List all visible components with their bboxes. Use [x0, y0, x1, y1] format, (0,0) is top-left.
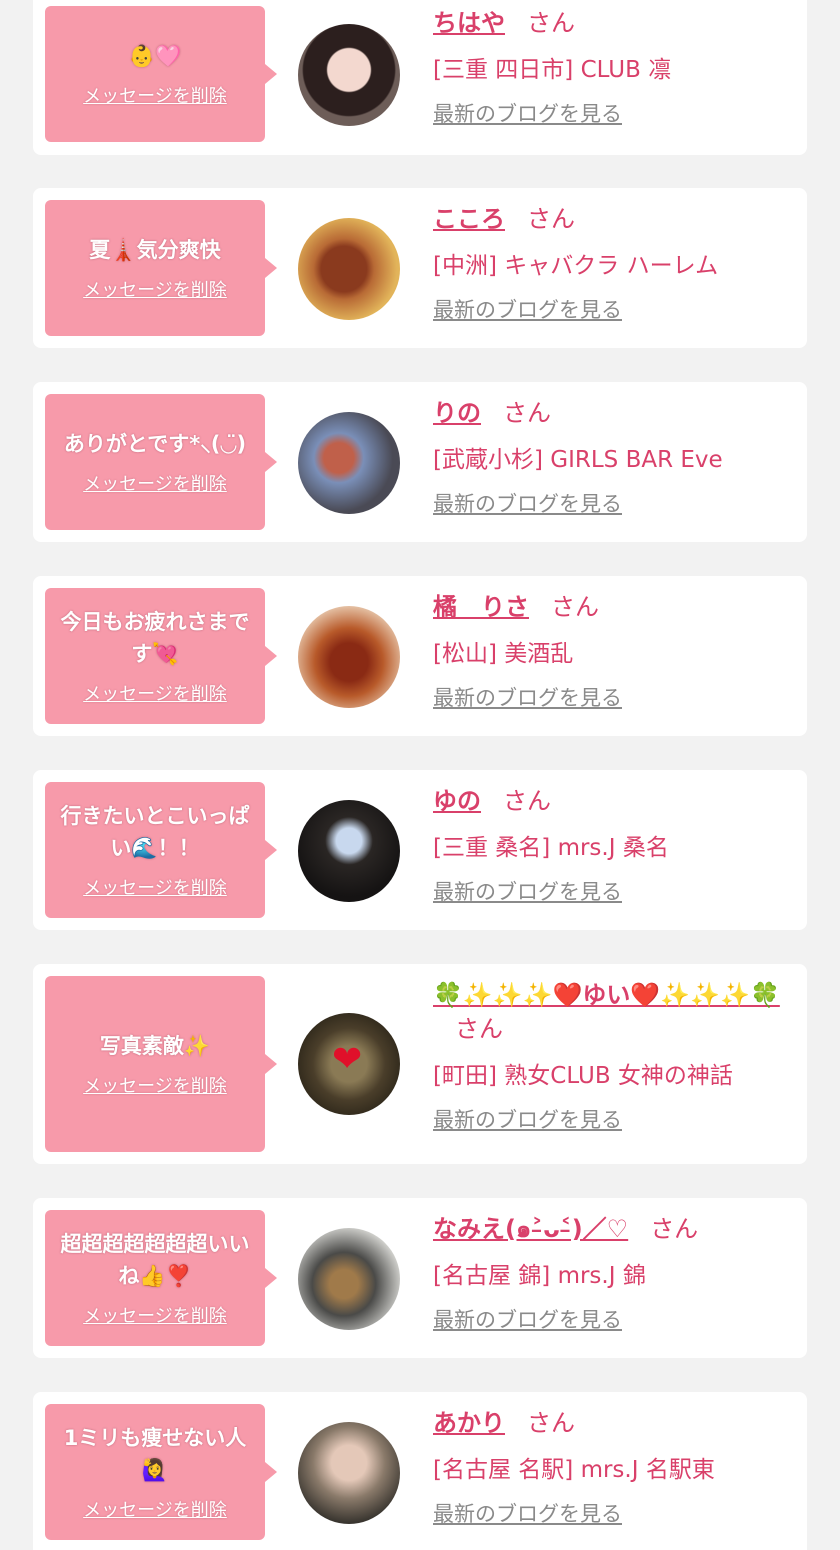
honorific: さん [527, 9, 575, 37]
message-card: 行きたいとこいっぱい🌊！！ メッセージを削除 ゆの さん [三重 桑名] mrs.… [33, 770, 807, 930]
profile-name-link[interactable]: りの [433, 399, 481, 427]
avatar[interactable]: ❤ [298, 1013, 400, 1115]
profile-name-link[interactable]: なみえ(๑˃̵ᴗ˂̵)／♡ [433, 1215, 628, 1243]
message-bubble: 夏🗼気分爽快 メッセージを削除 [45, 200, 277, 336]
message-text: 👶🩷 [128, 44, 182, 68]
message-card: 写真素敵✨ メッセージを削除 ❤ 🍀✨✨✨❤️ゆい❤️✨✨✨🍀 さん [町田] 熟… [33, 964, 807, 1164]
message-text: 今日もお疲れさまです💘 [60, 610, 250, 666]
message-bubble: 超超超超超超超いいね👍❣️ メッセージを削除 [45, 1210, 277, 1346]
latest-blog-link[interactable]: 最新のブログを見る [433, 294, 793, 324]
latest-blog-link[interactable]: 最新のブログを見る [433, 98, 793, 128]
latest-blog-link[interactable]: 最新のブログを見る [433, 876, 793, 906]
latest-blog-link[interactable]: 最新のブログを見る [433, 1304, 793, 1334]
avatar[interactable] [298, 606, 400, 708]
avatar[interactable] [298, 1422, 400, 1524]
honorific: さん [455, 1015, 503, 1043]
avatar[interactable] [298, 218, 400, 320]
avatar[interactable] [298, 1228, 400, 1330]
message-card: 超超超超超超超いいね👍❣️ メッセージを削除 なみえ(๑˃̵ᴗ˂̵)／♡ さん [… [33, 1198, 807, 1358]
shop-label: [松山] 美酒乱 [433, 641, 574, 667]
message-text: 1ミリも痩せない人🙋‍♀️ [63, 1426, 247, 1482]
message-text: 夏🗼気分爽快 [89, 238, 221, 262]
profile-info: こころ さん [中洲] キャバクラ ハーレム 最新のブログを見る [433, 202, 793, 324]
delete-message-link[interactable]: メッセージを削除 [83, 874, 227, 900]
message-card: ありがとです*⸜(◡̈) メッセージを削除 りの さん [武蔵小杉] GIRLS … [33, 382, 807, 542]
latest-blog-link[interactable]: 最新のブログを見る [433, 682, 793, 712]
profile-info: あかり さん [名古屋 名駅] mrs.J 名駅東 最新のブログを見る [433, 1406, 793, 1528]
latest-blog-link[interactable]: 最新のブログを見る [433, 1104, 793, 1134]
latest-blog-link[interactable]: 最新のブログを見る [433, 488, 793, 518]
delete-message-link[interactable]: メッセージを削除 [83, 470, 227, 496]
profile-name-link[interactable]: ちはや [433, 9, 505, 37]
message-card: 夏🗼気分爽快 メッセージを削除 こころ さん [中洲] キャバクラ ハーレム 最新… [33, 188, 807, 348]
profile-info: 橘 りさ さん [松山] 美酒乱 最新のブログを見る [433, 590, 793, 712]
profile-name-link[interactable]: 橘 りさ [433, 593, 529, 621]
message-card: 1ミリも痩せない人🙋‍♀️ メッセージを削除 あかり さん [名古屋 名駅] mr… [33, 1392, 807, 1550]
profile-info: なみえ(๑˃̵ᴗ˂̵)／♡ さん [名古屋 錦] mrs.J 錦 最新のブログを見… [433, 1212, 793, 1334]
profile-name-link[interactable]: こころ [433, 205, 505, 233]
delete-message-link[interactable]: メッセージを削除 [83, 1302, 227, 1328]
shop-label: [三重 桑名] mrs.J 桑名 [433, 835, 669, 861]
shop-label: [名古屋 名駅] mrs.J 名駅東 [433, 1457, 715, 1483]
profile-info: ちはや さん [三重 四日市] CLUB 凛 最新のブログを見る [433, 6, 793, 128]
honorific: さん [527, 1409, 575, 1437]
shop-label: [町田] 熟女CLUB 女神の神話 [433, 1063, 733, 1089]
honorific: さん [527, 205, 575, 233]
message-bubble: 写真素敵✨ メッセージを削除 [45, 976, 277, 1152]
heart-icon: ❤ [332, 1039, 363, 1080]
delete-message-link[interactable]: メッセージを削除 [83, 680, 227, 706]
message-bubble: 1ミリも痩せない人🙋‍♀️ メッセージを削除 [45, 1404, 277, 1540]
delete-message-link[interactable]: メッセージを削除 [83, 1072, 227, 1098]
message-bubble: 👶🩷 メッセージを削除 [45, 6, 277, 142]
profile-name-link[interactable]: あかり [433, 1409, 505, 1437]
message-text: 行きたいとこいっぱい🌊！！ [60, 804, 250, 860]
message-text: 超超超超超超超いいね👍❣️ [60, 1232, 250, 1288]
profile-info: りの さん [武蔵小杉] GIRLS BAR Eve 最新のブログを見る [433, 396, 793, 518]
honorific: さん [503, 399, 551, 427]
delete-message-link[interactable]: メッセージを削除 [83, 82, 227, 108]
avatar[interactable] [298, 800, 400, 902]
message-text: ありがとです*⸜(◡̈) [63, 432, 247, 456]
message-card: 👶🩷 メッセージを削除 ちはや さん [三重 四日市] CLUB 凛 最新のブログ… [33, 0, 807, 155]
message-text: 写真素敵✨ [99, 1034, 211, 1058]
delete-message-link[interactable]: メッセージを削除 [83, 1496, 227, 1522]
profile-name-link[interactable]: ゆの [433, 787, 481, 815]
message-bubble: 行きたいとこいっぱい🌊！！ メッセージを削除 [45, 782, 277, 918]
avatar[interactable] [298, 412, 400, 514]
message-bubble: ありがとです*⸜(◡̈) メッセージを削除 [45, 394, 277, 530]
honorific: さん [551, 593, 599, 621]
honorific: さん [650, 1215, 699, 1243]
profile-name-link[interactable]: 🍀✨✨✨❤️ゆい❤️✨✨✨🍀 [433, 981, 780, 1009]
shop-label: [武蔵小杉] GIRLS BAR Eve [433, 447, 723, 473]
latest-blog-link[interactable]: 最新のブログを見る [433, 1498, 793, 1528]
shop-label: [三重 四日市] CLUB 凛 [433, 57, 672, 83]
message-card: 今日もお疲れさまです💘 メッセージを削除 橘 りさ さん [松山] 美酒乱 最新の… [33, 576, 807, 736]
honorific: さん [503, 787, 551, 815]
shop-label: [名古屋 錦] mrs.J 錦 [433, 1263, 646, 1289]
message-bubble: 今日もお疲れさまです💘 メッセージを削除 [45, 588, 277, 724]
delete-message-link[interactable]: メッセージを削除 [83, 276, 227, 302]
profile-info: 🍀✨✨✨❤️ゆい❤️✨✨✨🍀 さん [町田] 熟女CLUB 女神の神話 最新のブロ… [433, 978, 793, 1134]
avatar[interactable] [298, 24, 400, 126]
shop-label: [中洲] キャバクラ ハーレム [433, 253, 719, 279]
profile-info: ゆの さん [三重 桑名] mrs.J 桑名 最新のブログを見る [433, 784, 793, 906]
